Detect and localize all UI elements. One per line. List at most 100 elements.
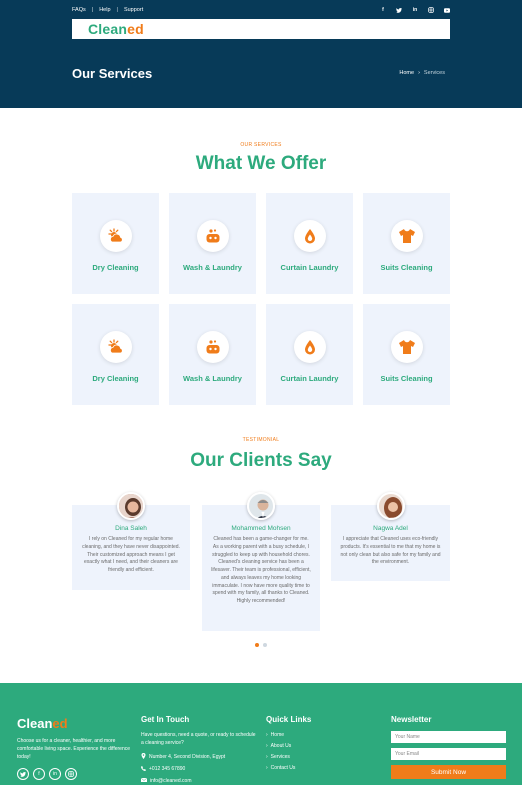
tshirt-icon <box>390 331 423 363</box>
service-card-dry-cleaning[interactable]: Dry Cleaning <box>72 304 159 405</box>
services-eyebrow: OUR SERVICES <box>240 142 282 148</box>
twitter-icon[interactable] <box>396 7 402 13</box>
footer-quick-links: Quick Links › Home › About Us › Services › C… <box>266 683 311 776</box>
contact-address: Number 4, Second Division, Egypt <box>141 752 256 761</box>
avatar <box>117 492 145 520</box>
location-pin-icon <box>141 752 146 761</box>
chevron-right-icon: › <box>418 70 420 76</box>
contact-email: info@cleaned.com <box>140 777 256 784</box>
tshirt-icon <box>390 220 423 252</box>
envelope-icon <box>140 777 148 784</box>
quick-link-home[interactable]: › Home <box>266 732 311 738</box>
navbar: Cleaned <box>72 19 450 39</box>
service-card-wash-laundry[interactable]: Wash & Laundry <box>169 193 256 294</box>
chevron-right-icon: › <box>266 743 268 749</box>
testimonial-card: Mohammed Mohsen Cleaned has been a game-… <box>202 492 320 631</box>
chevron-right-icon: › <box>266 754 268 760</box>
pager-dot-active[interactable] <box>255 643 259 647</box>
footer-description: Choose us for a cleaner, healthier, and … <box>17 738 131 760</box>
footer-social-links: f in <box>17 768 135 780</box>
water-drop-icon <box>293 220 326 252</box>
water-drop-icon <box>293 331 326 363</box>
footer-newsletter: Newsletter Your Name Your Email Submit N… <box>391 683 506 779</box>
footer-heading: Quick Links <box>266 715 312 724</box>
newsletter-submit-button[interactable]: Submit Now <box>391 765 506 779</box>
top-bar: FAQs | Help | Support f in <box>72 5 450 15</box>
testimonial-card: Dina Saleh I rely on Cleaned for my regu… <box>72 492 190 590</box>
separator: | <box>91 7 94 13</box>
avatar <box>247 492 275 520</box>
breadcrumb-home[interactable]: Home <box>399 70 414 76</box>
breadcrumb: Home › Services <box>399 70 445 76</box>
support-link[interactable]: Support <box>124 7 143 13</box>
soap-bubbles-icon <box>196 220 229 252</box>
instagram-icon[interactable] <box>65 768 77 780</box>
sun-cloud-icon <box>99 331 132 363</box>
twitter-icon[interactable] <box>17 768 29 780</box>
top-social-links: f in <box>380 7 450 13</box>
testimonial-text: Cleaned has been a game-changer for me. … <box>211 536 311 604</box>
footer-heading: Newsletter <box>391 715 432 724</box>
faqs-link[interactable]: FAQs <box>72 7 86 13</box>
phone-icon <box>141 765 146 773</box>
sun-cloud-icon <box>99 220 132 252</box>
help-link[interactable]: Help <box>99 7 110 13</box>
service-label: Suits Cleaning <box>380 374 433 383</box>
linkedin-icon[interactable]: in <box>412 7 418 13</box>
testimonial-name: Mohammed Mohsen <box>231 525 291 532</box>
breadcrumb-current: Services <box>423 70 445 76</box>
services-row: Dry Cleaning Wash & Laundry Curtain Laun… <box>72 304 450 405</box>
quick-links-list: › Home › About Us › Services › Contact Us <box>266 732 311 771</box>
newsletter-email-input[interactable]: Your Email <box>391 748 506 760</box>
service-card-curtain-laundry[interactable]: Curtain Laundry <box>266 193 353 294</box>
page-title: Our Services <box>72 66 153 81</box>
pager-dot[interactable] <box>263 643 267 647</box>
contact-text: Have questions, need a quote, or ready t… <box>141 732 256 746</box>
service-label: Curtain Laundry <box>280 374 339 383</box>
separator: | <box>116 7 118 13</box>
instagram-icon[interactable] <box>428 7 434 13</box>
youtube-icon[interactable] <box>444 7 450 13</box>
contact-phone: +012 345 67890 <box>141 765 256 773</box>
page-header: FAQs | Help | Support f in Cleaned Our S… <box>0 0 522 108</box>
newsletter-name-input[interactable]: Your Name <box>391 731 506 743</box>
service-card-curtain-laundry[interactable]: Curtain Laundry <box>266 304 353 405</box>
service-label: Dry Cleaning <box>92 263 139 272</box>
chevron-right-icon: › <box>266 732 268 738</box>
testimonial-text: I appreciate that Cleaned uses eco-frien… <box>340 536 441 566</box>
testimonial-text: I rely on Cleaned for my regular home cl… <box>82 536 180 573</box>
quick-link-contact[interactable]: › Contact Us <box>266 765 311 771</box>
footer-contact: Get In Touch Have questions, need a quot… <box>140 683 256 784</box>
testimonial-name: Dina Saleh <box>115 525 147 532</box>
service-card-wash-laundry[interactable]: Wash & Laundry <box>169 304 256 405</box>
quick-link-services[interactable]: › Services <box>266 754 311 760</box>
page-footer: Cleaned Choose us for a cleaner, healthi… <box>0 683 522 785</box>
quick-link-about[interactable]: › About Us <box>266 743 311 749</box>
services-title: What We Offer <box>195 153 327 174</box>
soap-bubbles-icon <box>196 331 229 363</box>
carousel-pager <box>255 643 267 647</box>
service-card-suits-cleaning[interactable]: Suits Cleaning <box>363 304 450 405</box>
footer-about: Cleaned Choose us for a cleaner, healthi… <box>17 683 135 780</box>
footer-logo[interactable]: Cleaned <box>17 716 135 731</box>
linkedin-icon[interactable]: in <box>49 768 61 780</box>
service-label: Curtain Laundry <box>280 263 339 272</box>
services-row: Dry Cleaning Wash & Laundry Curtain Laun… <box>72 193 450 294</box>
logo[interactable]: Cleaned <box>88 21 144 37</box>
services-grid: Dry Cleaning Wash & Laundry Curtain Laun… <box>72 193 450 415</box>
service-label: Suits Cleaning <box>380 263 433 272</box>
facebook-icon[interactable]: f <box>33 768 45 780</box>
service-label: Dry Cleaning <box>92 374 139 383</box>
service-card-suits-cleaning[interactable]: Suits Cleaning <box>363 193 450 294</box>
testimonials-title: Our Clients Say <box>190 450 332 471</box>
chevron-right-icon: › <box>266 765 268 771</box>
service-card-dry-cleaning[interactable]: Dry Cleaning <box>72 193 159 294</box>
testimonial-card: Nagwa Adel I appreciate that Cleaned use… <box>331 492 450 581</box>
testimonial-name: Nagwa Adel <box>373 525 408 532</box>
top-links: FAQs | Help | Support <box>72 7 143 13</box>
service-label: Wash & Laundry <box>183 374 242 383</box>
footer-heading: Get In Touch <box>141 715 190 724</box>
testimonials-carousel: Dina Saleh I rely on Cleaned for my regu… <box>72 492 450 632</box>
facebook-icon[interactable]: f <box>380 7 386 13</box>
service-label: Wash & Laundry <box>183 263 242 272</box>
